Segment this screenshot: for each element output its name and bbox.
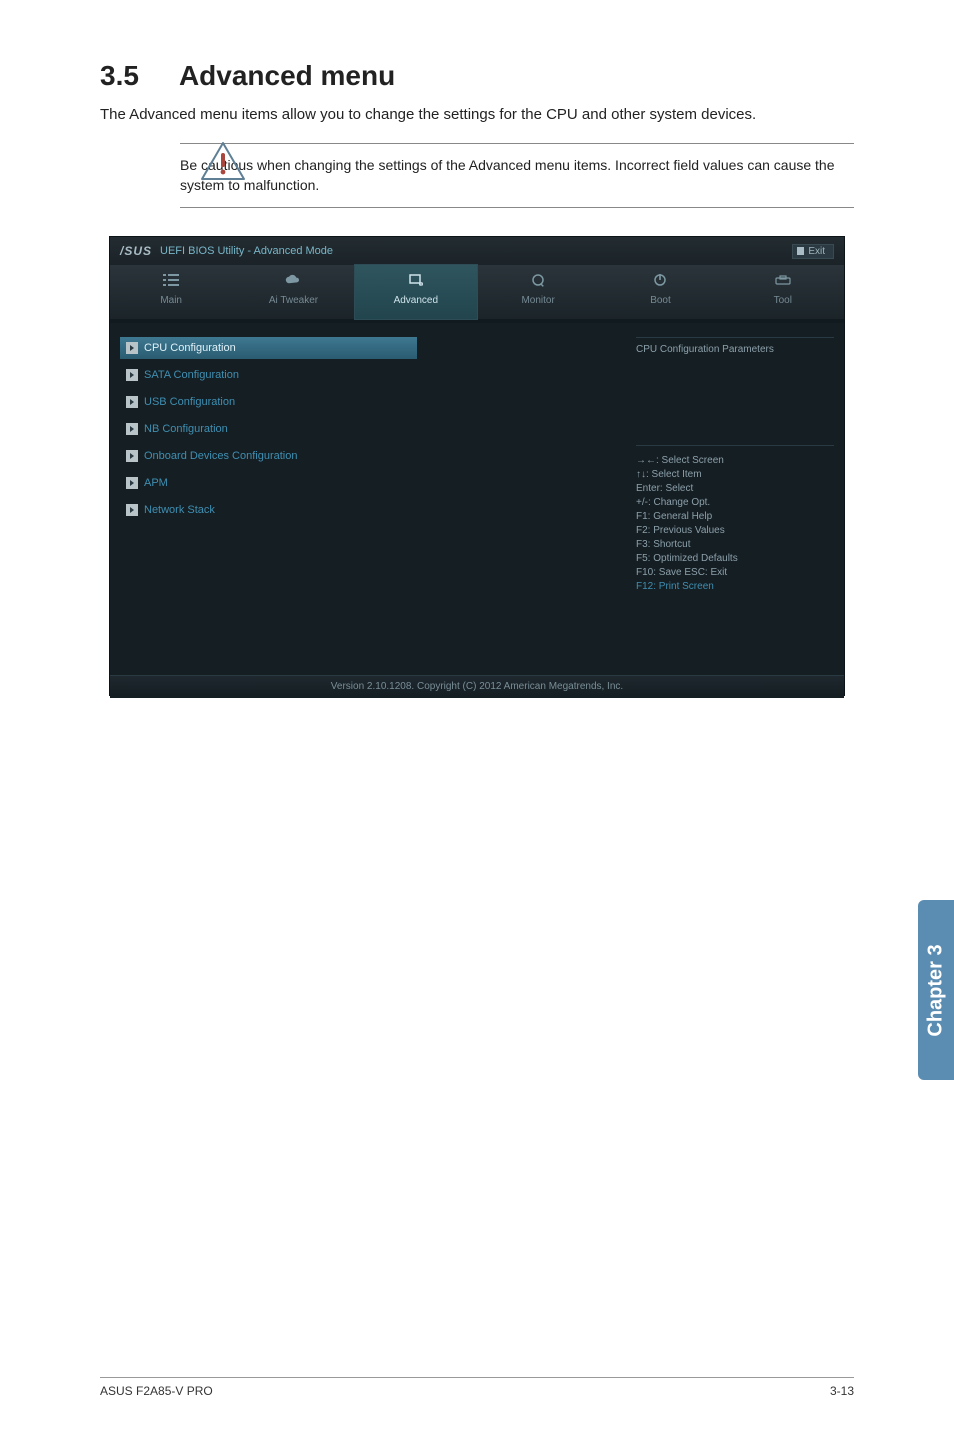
tab-ai-tweaker-label: Ai Tweaker (232, 295, 354, 306)
tab-boot-label: Boot (599, 295, 721, 306)
menu-label: SATA Configuration (144, 369, 239, 381)
tab-monitor-label: Monitor (477, 295, 599, 306)
help-line: F5: Optimized Defaults (636, 552, 834, 566)
bios-info-panel: CPU Configuration Parameters →←: Select … (626, 323, 844, 675)
page-footer: ASUS F2A85-V PRO 3-13 (100, 1377, 854, 1398)
exit-label: Exit (808, 246, 825, 257)
help-line: ↑↓: Select Item (636, 468, 834, 482)
chevron-right-icon (126, 450, 138, 462)
cloud-icon (232, 271, 354, 289)
chevron-right-icon (126, 369, 138, 381)
info-panel-title: CPU Configuration Parameters (636, 344, 834, 355)
menu-usb-configuration[interactable]: USB Configuration (120, 391, 432, 413)
help-line: F3: Shortcut (636, 538, 834, 552)
chevron-right-icon (126, 342, 138, 354)
tab-ai-tweaker[interactable]: Ai Tweaker (232, 265, 354, 319)
caution-text: Be cautious when changing the settings o… (180, 156, 854, 195)
help-line: F12: Print Screen (636, 580, 834, 594)
tab-tool-label: Tool (722, 295, 844, 306)
chapter-side-tab-label: Chapter 3 (925, 944, 948, 1036)
menu-sata-configuration[interactable]: SATA Configuration (120, 364, 432, 386)
help-line: +/-: Change Opt. (636, 496, 834, 510)
section-name: Advanced menu (179, 60, 395, 92)
tab-main[interactable]: Main (110, 265, 232, 319)
menu-label: CPU Configuration (144, 342, 236, 354)
section-number: 3.5 (100, 60, 139, 92)
power-icon (599, 271, 721, 289)
chevron-right-icon (126, 477, 138, 489)
menu-network-stack[interactable]: Network Stack (120, 499, 432, 521)
bios-menu-panel: CPU Configuration SATA Configuration USB… (110, 323, 626, 675)
chapter-side-tab: Chapter 3 (918, 900, 954, 1080)
tab-tool[interactable]: Tool (722, 265, 844, 319)
help-line: F2: Previous Values (636, 524, 834, 538)
chip-icon: i (355, 271, 477, 289)
tab-main-label: Main (110, 295, 232, 306)
menu-label: USB Configuration (144, 396, 235, 408)
chevron-right-icon (126, 423, 138, 435)
tool-icon (722, 271, 844, 289)
section-heading: 3.5 Advanced menu (100, 60, 854, 92)
svg-text:i: i (420, 282, 421, 287)
help-line: Enter: Select (636, 482, 834, 496)
menu-cpu-configuration[interactable]: CPU Configuration (120, 337, 417, 359)
help-line: F1: General Help (636, 510, 834, 524)
tab-advanced-label: Advanced (355, 295, 477, 306)
tab-advanced[interactable]: i Advanced (355, 265, 477, 319)
chevron-right-icon (126, 396, 138, 408)
menu-label: Onboard Devices Configuration (144, 450, 297, 462)
help-line: F10: Save ESC: Exit (636, 566, 834, 580)
monitor-icon (477, 271, 599, 289)
asus-logo: /SUS (120, 244, 152, 258)
bios-screenshot: /SUS UEFI BIOS Utility - Advanced Mode E… (109, 236, 845, 696)
menu-apm[interactable]: APM (120, 472, 432, 494)
bios-header-bar: /SUS UEFI BIOS Utility - Advanced Mode E… (110, 237, 844, 265)
menu-label: APM (144, 477, 168, 489)
exit-icon (797, 247, 804, 255)
tab-monitor[interactable]: Monitor (477, 265, 599, 319)
bios-header-title: UEFI BIOS Utility - Advanced Mode (160, 245, 333, 257)
caution-icon (200, 141, 246, 186)
chevron-right-icon (126, 504, 138, 516)
tab-boot[interactable]: Boot (599, 265, 721, 319)
menu-label: Network Stack (144, 504, 215, 516)
bios-tab-bar: Main Ai Tweaker i Advanced Monitor (110, 265, 844, 323)
footer-page-number: 3-13 (830, 1384, 854, 1398)
help-line: →←: Select Screen (636, 454, 834, 468)
exit-button[interactable]: Exit (792, 244, 834, 259)
menu-onboard-devices[interactable]: Onboard Devices Configuration (120, 445, 432, 467)
bios-footer: Version 2.10.1208. Copyright (C) 2012 Am… (110, 675, 844, 698)
lead-paragraph: The Advanced menu items allow you to cha… (100, 104, 854, 125)
list-icon (110, 271, 232, 289)
menu-nb-configuration[interactable]: NB Configuration (120, 418, 432, 440)
caution-note: Be cautious when changing the settings o… (180, 143, 854, 208)
menu-label: NB Configuration (144, 423, 228, 435)
footer-product: ASUS F2A85-V PRO (100, 1384, 213, 1398)
help-lines: →←: Select Screen ↑↓: Select Item Enter:… (636, 454, 834, 594)
